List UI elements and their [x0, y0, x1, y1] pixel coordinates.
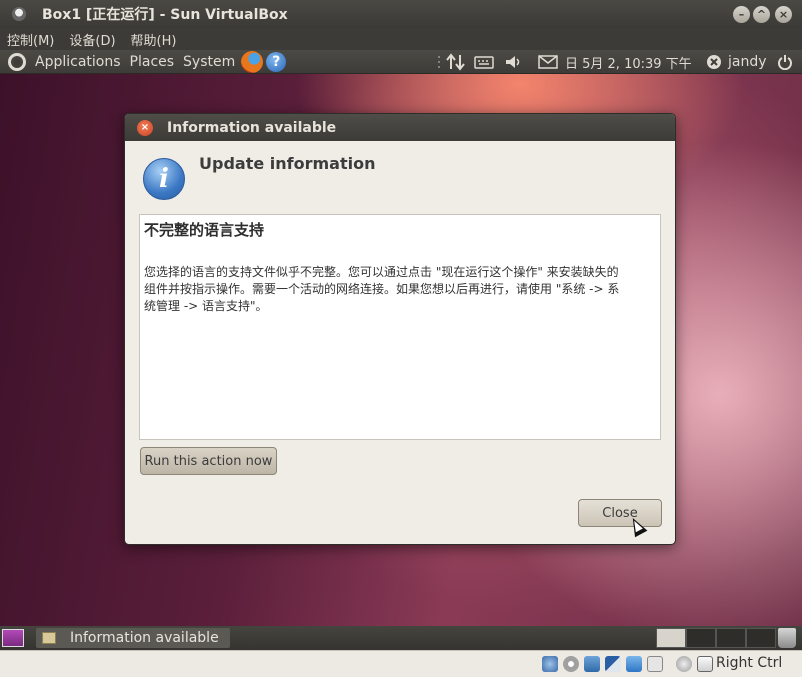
help-icon[interactable]: ?: [266, 51, 287, 72]
content-body-line: 您选择的语言的支持文件似乎不完整。您可以通过点击 "现在运行这个操作" 来安装缺…: [144, 265, 619, 279]
menu-help[interactable]: 帮助(H): [131, 30, 177, 49]
workspace-2[interactable]: [686, 628, 716, 648]
cd-drive-icon[interactable]: [563, 656, 579, 672]
mail-icon[interactable]: [538, 50, 558, 74]
virtualization-icon[interactable]: [647, 656, 663, 672]
applications-menu[interactable]: Applications: [35, 54, 121, 70]
maximize-icon[interactable]: ^: [753, 6, 770, 23]
volume-icon[interactable]: [504, 50, 522, 74]
info-icon: i: [143, 158, 185, 200]
trash-icon[interactable]: [778, 628, 796, 648]
mouse-integration-icon[interactable]: [676, 656, 692, 672]
taskbar-item-label: Information available: [70, 630, 219, 646]
taskbar-item-information[interactable]: Information available: [36, 628, 230, 648]
clock[interactable]: 日 5月 2, 10:39 下午: [565, 50, 692, 74]
content-body-line: 组件并按指示操作。需要一个活动的网络连接。如果您想以后再进行，请使用 "系统 -…: [144, 282, 620, 296]
network-icon[interactable]: [446, 50, 466, 74]
host-key-label: Right Ctrl: [716, 655, 783, 671]
content-body-line: 统管理 -> 语言支持"。: [144, 299, 268, 313]
bottom-panel: Information available: [0, 626, 802, 650]
workspace-1[interactable]: [656, 628, 686, 648]
close-button[interactable]: Close: [578, 499, 662, 527]
close-icon[interactable]: ×: [775, 6, 792, 23]
workspace-3[interactable]: [716, 628, 746, 648]
places-menu[interactable]: Places: [130, 54, 175, 70]
user-name[interactable]: jandy: [728, 50, 767, 74]
dialog-window-icon: [42, 632, 56, 644]
minimize-icon[interactable]: –: [733, 6, 750, 23]
vbox-menubar: 控制(M) 设备(D) 帮助(H): [0, 28, 802, 50]
system-menu[interactable]: System: [183, 54, 235, 70]
power-icon[interactable]: [777, 50, 793, 74]
usb-icon[interactable]: [605, 656, 621, 672]
virtualbox-window-icon[interactable]: [12, 7, 26, 21]
ubuntu-logo-icon[interactable]: [8, 52, 26, 71]
dialog-close-icon[interactable]: ×: [137, 119, 153, 136]
keyboard-icon[interactable]: [474, 50, 494, 74]
show-desktop-icon[interactable]: [2, 629, 24, 647]
content-title: 不完整的语言支持: [144, 221, 265, 239]
vbox-title-bar: Box1 [正在运行] - Sun VirtualBox – ^ ×: [0, 0, 802, 28]
information-dialog: × Information available i Update informa…: [124, 113, 676, 545]
update-info-textview[interactable]: 不完整的语言支持 您选择的语言的支持文件似乎不完整。您可以通过点击 "现在运行这…: [139, 214, 661, 440]
firefox-launcher-icon[interactable]: [241, 50, 264, 73]
host-key-icon[interactable]: [697, 656, 713, 672]
tray-dots-icon: [436, 50, 442, 74]
hard-disk-icon[interactable]: [542, 656, 558, 672]
menu-machine[interactable]: 控制(M): [7, 30, 54, 49]
dialog-title-bar: × Information available: [125, 114, 675, 141]
window-title: Box1 [正在运行] - Sun VirtualBox: [42, 7, 288, 23]
shared-folders-icon[interactable]: [626, 656, 642, 672]
dialog-title: Information available: [167, 119, 337, 136]
content-body: 您选择的语言的支持文件似乎不完整。您可以通过点击 "现在运行这个操作" 来安装缺…: [144, 264, 656, 315]
dialog-heading: Update information: [199, 154, 376, 173]
workspace-4[interactable]: [746, 628, 776, 648]
vbox-status-bar: Right Ctrl: [0, 650, 802, 677]
top-panel: Applications Places System ? 日 5月 2, 10:…: [0, 50, 802, 74]
user-status-icon[interactable]: [706, 50, 722, 74]
menu-devices[interactable]: 设备(D): [69, 30, 115, 49]
network-adapter-icon[interactable]: [584, 656, 600, 672]
run-action-button[interactable]: Run this action now: [140, 447, 277, 475]
